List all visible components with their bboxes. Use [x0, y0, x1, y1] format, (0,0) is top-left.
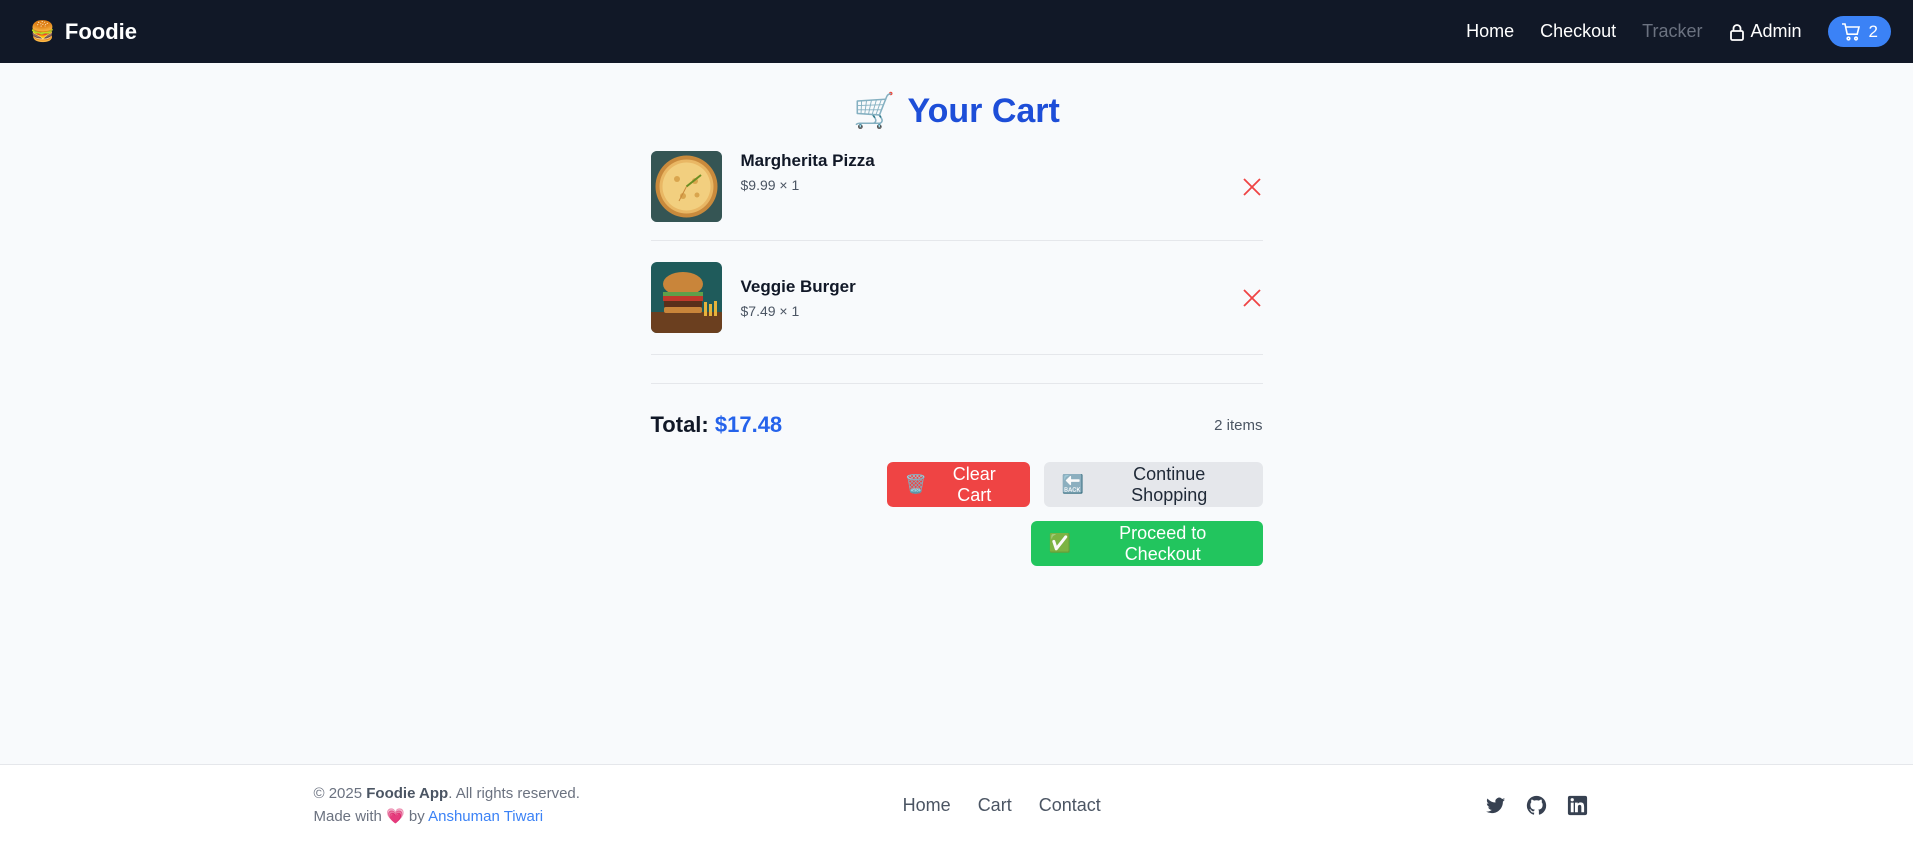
continue-shopping-button[interactable]: 🔙 Continue Shopping: [1043, 462, 1263, 507]
burger-image: [650, 262, 722, 333]
lock-icon: [1729, 23, 1744, 41]
nav-home[interactable]: Home: [1466, 21, 1514, 42]
nav-tracker[interactable]: Tracker: [1642, 21, 1702, 42]
cart-item: Margherita Pizza $9.99 × 1: [650, 151, 1263, 241]
brand-name: Foodie: [64, 18, 138, 44]
remove-item-icon[interactable]: [1241, 176, 1263, 198]
cart-actions: 🗑️ Clear Cart 🔙 Continue Shopping ✅ Proc…: [651, 462, 1263, 566]
item-name: Veggie Burger: [740, 276, 856, 296]
copyright-suffix: . All rights reserved.: [448, 785, 580, 802]
made-with-text: Made with: [313, 808, 382, 825]
cart-item: Veggie Burger $7.49 × 1: [650, 241, 1263, 355]
linkedin-icon[interactable]: [1566, 794, 1589, 817]
clear-cart-button[interactable]: 🗑️ Clear Cart: [886, 462, 1030, 507]
copyright: © 2025 Foodie App. All rights reserved. …: [314, 782, 580, 828]
footer-contact-link[interactable]: Contact: [1039, 795, 1101, 816]
page-title: 🛒 Your Cart: [651, 91, 1263, 131]
item-price: $7.49 × 1: [740, 302, 800, 319]
total-row: Total: $17.48 2 items: [651, 412, 1263, 438]
cart-items: Margherita Pizza $9.99 × 1 Veggie Burger…: [650, 151, 1263, 355]
social-links: [1484, 794, 1589, 817]
cart-total: Total: $17.48: [651, 412, 783, 438]
footer-inner: © 2025 Foodie App. All rights reserved. …: [257, 759, 1657, 851]
by-text: by: [408, 808, 425, 825]
github-icon[interactable]: [1525, 794, 1548, 817]
divider: [650, 383, 1263, 384]
copyright-line: © 2025 Foodie App. All rights reserved.: [314, 782, 580, 805]
item-info: Margherita Pizza $9.99 × 1: [741, 151, 875, 193]
pizza-image: [650, 151, 722, 222]
cart-button[interactable]: 2: [1827, 16, 1891, 47]
remove-item-icon[interactable]: [1241, 287, 1263, 309]
item-count: 2 items: [1214, 416, 1263, 434]
check-mark-icon: ✅: [1048, 533, 1071, 553]
app-name: Foodie App: [366, 785, 449, 802]
twitter-icon[interactable]: [1484, 794, 1507, 817]
actions-row: 🗑️ Clear Cart 🔙 Continue Shopping: [886, 462, 1263, 507]
page-title-text: Your Cart: [907, 91, 1060, 130]
copyright-year: © 2025: [313, 785, 363, 802]
cart-icon: [1841, 22, 1860, 41]
total-amount: $17.48: [714, 412, 783, 437]
nav-links: Home Checkout Tracker Admin 2: [1466, 16, 1891, 47]
nav-admin[interactable]: Admin: [1729, 21, 1802, 42]
checkout-label: Proceed to Checkout: [1119, 522, 1207, 564]
navbar: 🍔 Foodie Home Checkout Tracker Admin 2: [0, 0, 1913, 63]
clear-cart-label: Clear Cart: [952, 463, 996, 505]
back-arrow-icon: 🔙: [1061, 474, 1084, 494]
total-label: Total:: [650, 412, 709, 437]
proceed-to-checkout-button[interactable]: ✅ Proceed to Checkout: [1030, 521, 1263, 566]
shopping-cart-icon: 🛒: [853, 92, 896, 130]
burger-logo-icon: 🍔: [30, 21, 55, 43]
item-info: Veggie Burger $7.49 × 1: [741, 277, 856, 319]
author-link[interactable]: Anshuman Tiwari: [428, 808, 543, 825]
brand-link[interactable]: 🍔 Foodie: [30, 19, 137, 45]
continue-shopping-label: Continue Shopping: [1131, 463, 1208, 505]
footer-links: Home Cart Contact: [903, 795, 1101, 816]
footer-cart-link[interactable]: Cart: [978, 795, 1012, 816]
cart-page: 🛒 Your Cart Margherita Pizza $9.99 × 1 V…: [650, 63, 1263, 566]
made-with-line: Made with 💗 by Anshuman Tiwari: [314, 805, 580, 828]
footer-home-link[interactable]: Home: [903, 795, 951, 816]
item-name: Margherita Pizza: [740, 151, 875, 170]
nav-checkout[interactable]: Checkout: [1540, 21, 1616, 42]
nav-admin-label: Admin: [1750, 21, 1802, 41]
wastebasket-icon: 🗑️: [904, 474, 927, 494]
item-price: $9.99 × 1: [740, 177, 800, 193]
heart-icon: 💗: [386, 808, 405, 825]
cart-count: 2: [1868, 21, 1878, 41]
footer: © 2025 Foodie App. All rights reserved. …: [0, 764, 1913, 857]
